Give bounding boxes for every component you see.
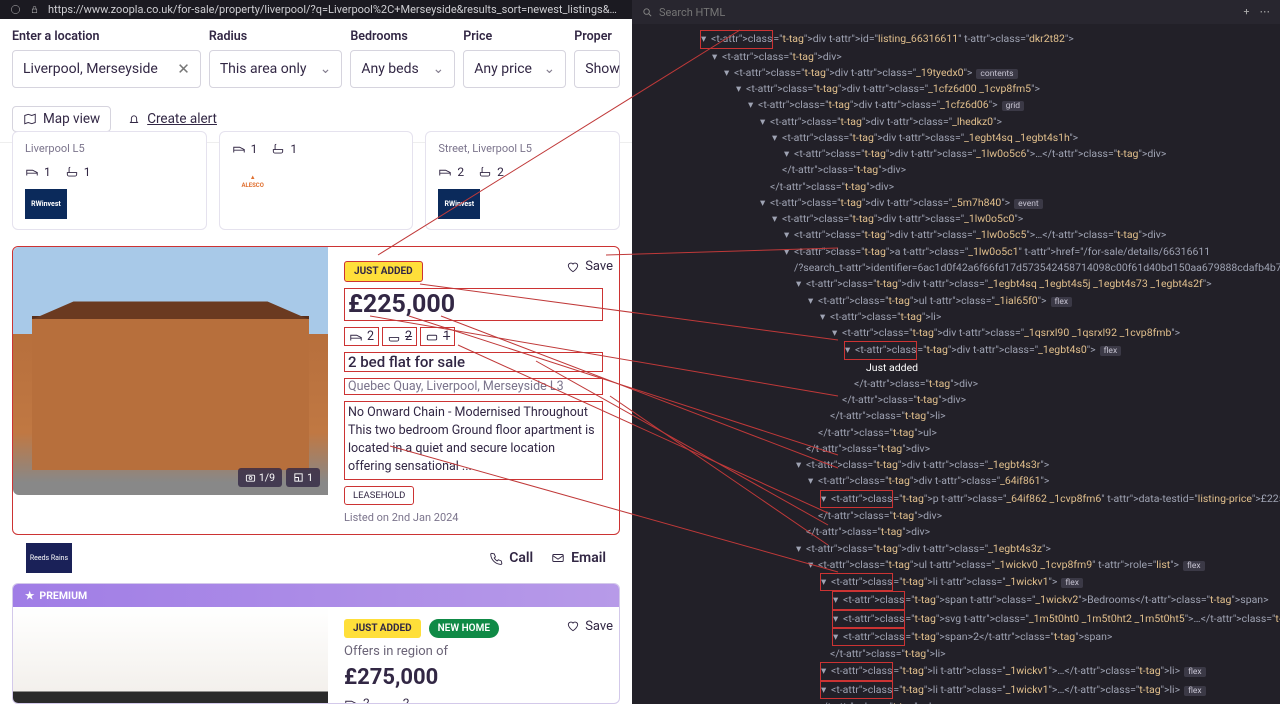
just-added-badge: JUST ADDED [344, 261, 423, 282]
just-added-badge: JUST ADDED [344, 619, 421, 638]
dom-search-bar: + ⋯ [632, 0, 1280, 24]
agent-logo: ▲ALESCO [232, 166, 274, 196]
radius-label: Radius [209, 29, 343, 44]
price-qualifier: Offers in region of [344, 644, 603, 659]
search-filters: Enter a location Liverpool, Merseyside ✕… [0, 19, 632, 100]
bedrooms-label: Bedrooms [350, 29, 455, 44]
bed-icon [349, 330, 363, 344]
camera-icon [245, 472, 256, 483]
new-home-badge: NEW HOME [429, 619, 499, 638]
browser-address-bar: https://www.zoopla.co.uk/for-sale/proper… [0, 0, 632, 19]
bed-icon [438, 165, 452, 179]
location-label: Enter a location [12, 29, 201, 44]
call-button[interactable]: Call [489, 550, 533, 566]
bed-icon [25, 165, 39, 179]
shield-icon [10, 4, 21, 15]
page-url[interactable]: https://www.zoopla.co.uk/for-sale/proper… [48, 3, 622, 16]
premium-listing-card[interactable]: ★ PREMIUM JUST ADDED NEW HOME Save Offer… [12, 583, 620, 704]
partial-cards-row: Liverpool L5 1 1 RWinvest 1 1 ▲ALESCO St… [0, 131, 632, 236]
lock-icon [29, 4, 40, 15]
save-button[interactable]: Save [566, 259, 613, 274]
more-icon[interactable]: ⋯ [1260, 4, 1271, 20]
phone-icon [489, 551, 503, 565]
bath-icon [65, 165, 79, 179]
heart-icon [566, 260, 580, 274]
clear-icon[interactable]: ✕ [177, 60, 190, 78]
dom-tree[interactable]: ▾<t-attr">class="t-tag">div t-attr">id="… [632, 24, 1280, 704]
map-view-button[interactable]: Map view [12, 106, 111, 132]
bath-icon [271, 142, 285, 156]
premium-badge: ★ PREMIUM [13, 584, 619, 607]
price-select[interactable]: Any price ⌄ [463, 50, 566, 88]
listing-card-partial[interactable]: Street, Liverpool L5 2 2 RWinvest [425, 131, 620, 230]
radius-select[interactable]: This area only ⌄ [209, 50, 343, 88]
listing-price: £275,000 [344, 665, 603, 690]
add-icon[interactable]: + [1244, 4, 1250, 20]
map-icon [23, 112, 37, 126]
create-alert-link[interactable]: Create alert [127, 111, 217, 127]
listing-card-highlighted[interactable]: 1/9 1 JUST ADDED Save £225,000 2 2 1 [0, 236, 632, 583]
floorplan-icon [293, 472, 304, 483]
listing-address: Quebec Quay, Liverpool, Merseyside L3 [344, 378, 603, 395]
listing-description: No Onward Chain - Modernised Throughout … [344, 401, 603, 480]
bell-icon [127, 112, 141, 126]
bedrooms-select[interactable]: Any beds ⌄ [350, 50, 455, 88]
chevron-down-icon: ⌄ [544, 61, 556, 77]
agent-logo: Reeds Rains [26, 543, 72, 573]
floorplan-counter: 1 [286, 468, 320, 487]
bath-icon [384, 696, 398, 704]
listing-card-partial[interactable]: 1 1 ▲ALESCO [219, 131, 414, 230]
bed-icon [232, 142, 246, 156]
dom-search-input[interactable] [659, 6, 1238, 19]
listing-title: 2 bed flat for sale [344, 352, 603, 372]
search-icon [642, 7, 653, 18]
type-select[interactable]: Show [574, 50, 620, 88]
room-stats: 2 2 1 [344, 327, 603, 346]
mail-icon [551, 551, 565, 565]
listing-photo[interactable]: 1/9 1 [13, 247, 328, 495]
location-input[interactable]: Liverpool, Merseyside ✕ [12, 50, 201, 88]
listing-card-partial[interactable]: Liverpool L5 1 1 RWinvest [12, 131, 207, 230]
agent-logo: RWinvest [25, 189, 67, 219]
listed-date: Listed on 2nd Jan 2024 [344, 511, 603, 524]
email-button[interactable]: Email [551, 550, 606, 566]
chevron-down-icon: ⌄ [433, 61, 445, 77]
listing-price: £225,000 [344, 288, 603, 321]
heart-icon [566, 619, 580, 633]
agent-logo: RWinvest [438, 189, 480, 219]
chevron-down-icon: ⌄ [320, 61, 332, 77]
bed-icon [344, 696, 358, 704]
tenure-badge: LEASEHOLD [344, 486, 414, 505]
save-button[interactable]: Save [566, 619, 613, 634]
listing-photo[interactable] [13, 607, 328, 704]
image-counter: 1/9 [238, 468, 282, 487]
price-label: Price [463, 29, 566, 44]
bath-icon [387, 330, 401, 344]
bath-icon [478, 165, 492, 179]
sofa-icon [425, 330, 439, 344]
type-label: Proper [574, 29, 620, 44]
devtools-panel[interactable]: + ⋯ ▾<t-attr">class="t-tag">div t-attr">… [632, 0, 1280, 704]
